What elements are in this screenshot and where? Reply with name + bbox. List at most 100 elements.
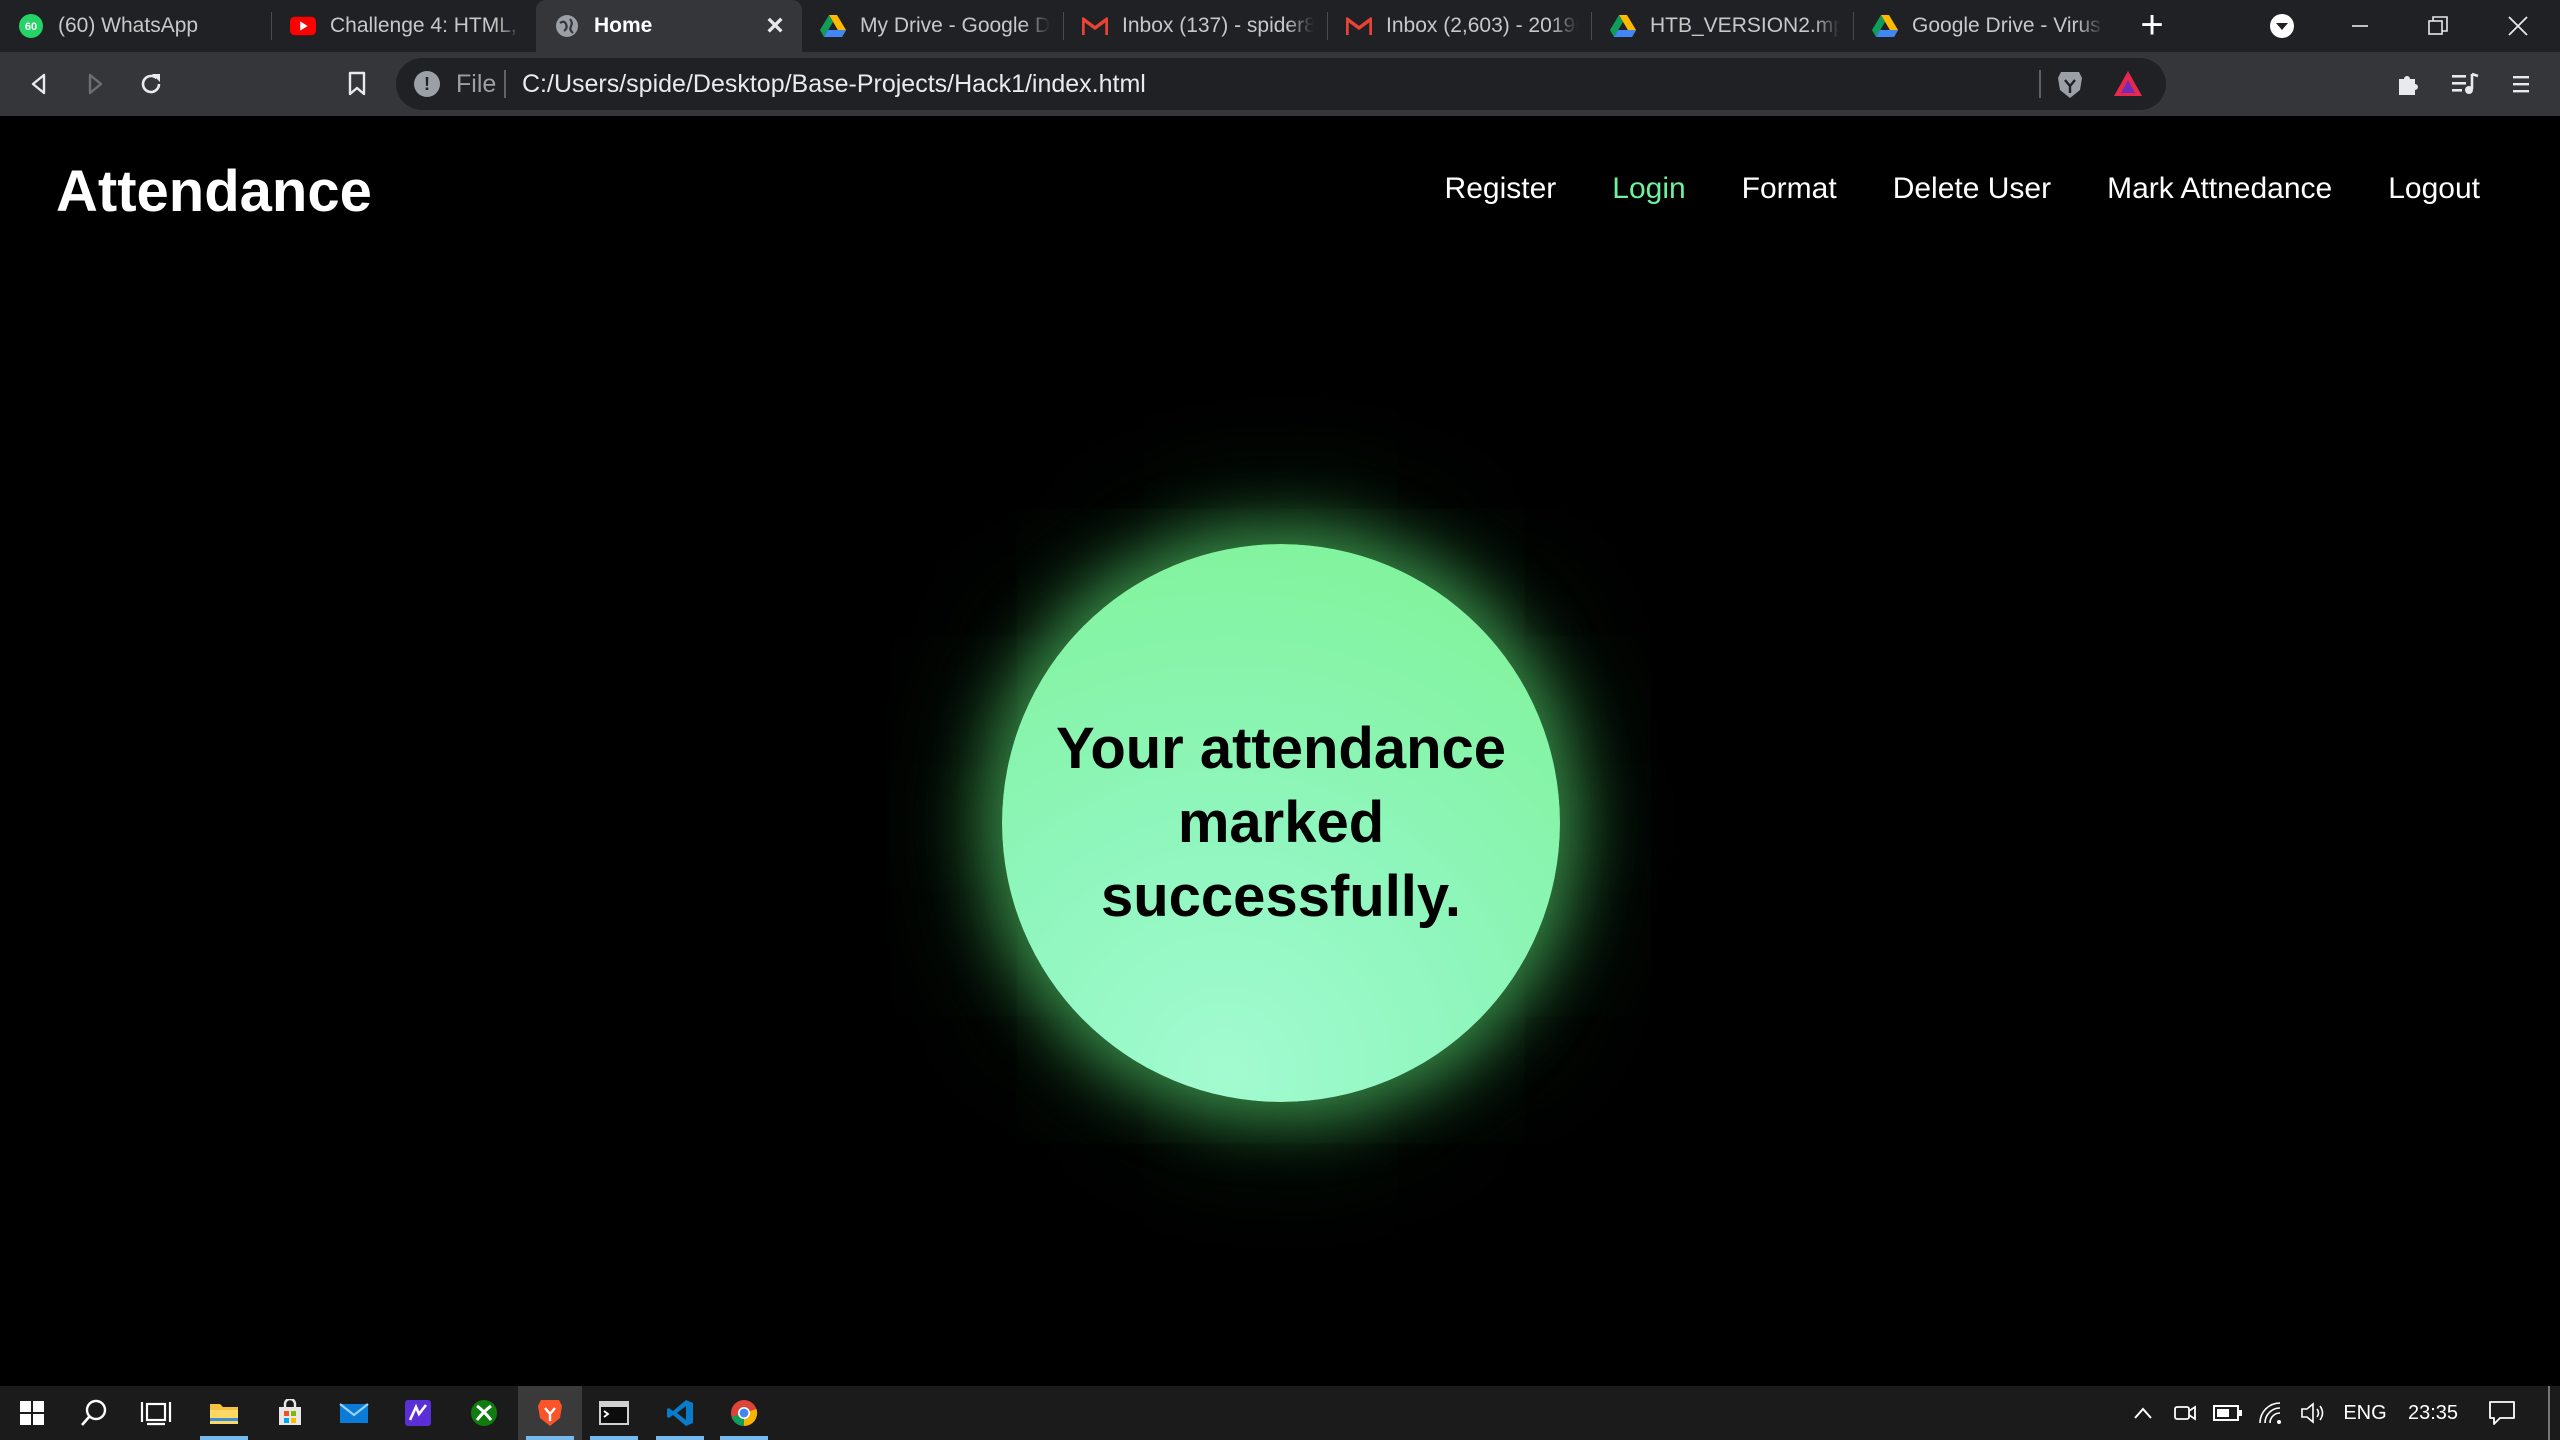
battery-icon [2213,1405,2242,1421]
volume-control[interactable] [2296,1386,2332,1440]
task-view-icon [140,1402,172,1426]
brave-shields-icon[interactable] [2056,70,2086,100]
back-button[interactable] [20,65,58,103]
tab-inbox-2603[interactable]: Inbox (2,603) - 2019u [1328,0,1592,52]
page-content: Attendance Register Login Format Delete … [0,116,2560,1386]
terminal-icon [599,1401,629,1425]
tab-youtube[interactable]: Challenge 4: HTML, CSS [272,0,536,52]
youtube-icon [290,13,316,39]
google-drive-icon [820,13,846,39]
close-icon [2508,16,2528,36]
clock[interactable]: 23:35 [2398,1386,2468,1440]
gmail-icon [1082,13,1108,39]
tab-drive-virus-scan[interactable]: Google Drive - Virus scan [1854,0,2118,52]
brave-rewards-icon[interactable] [2112,69,2144,99]
brave-browser-button[interactable] [518,1386,582,1440]
mail-button[interactable] [322,1386,386,1440]
tab-title: Inbox (137) - spider80 [1122,14,1314,37]
windows-logo-icon [20,1401,44,1425]
app-icon [405,1400,431,1426]
media-controls-button[interactable] [2446,65,2484,103]
notification-icon [2489,1401,2515,1425]
xbox-icon [471,1400,497,1426]
google-drive-icon [1610,13,1636,39]
search-icon [81,1399,107,1426]
network-status[interactable] [2254,1386,2290,1440]
browser-tab-strip: 60 (60) WhatsApp Challenge 4: HTML, CSS … [0,0,2560,52]
omnibox-divider [2039,70,2041,98]
tab-whatsapp[interactable]: 60 (60) WhatsApp [0,0,272,52]
tab-title: My Drive - Google Drive [860,14,1050,37]
globe-icon [554,13,580,39]
search-button[interactable] [62,1386,126,1440]
store-icon [279,1399,301,1425]
chrome-button[interactable] [712,1386,776,1440]
show-hidden-icons-button[interactable] [2128,1386,2158,1440]
nav-register[interactable]: Register [1445,172,1557,206]
restore-icon [2428,16,2448,35]
success-message: Your attendance marked successfully. [1055,716,1507,929]
chevron-up-icon [2134,1407,2152,1419]
reload-icon [141,74,161,94]
tab-title: Home [594,14,653,37]
nav-format[interactable]: Format [1742,172,1837,206]
menu-button[interactable] [2502,65,2540,103]
forward-icon [88,73,103,95]
reload-button[interactable] [132,65,170,103]
brave-icon [538,1400,562,1426]
address-bar[interactable]: ! File C:/Users/spide/Desktop/Base-Proje… [396,58,2166,110]
hamburger-menu-icon [2513,76,2529,93]
main-nav: Register Login Format Delete User Mark A… [1445,172,2480,206]
windows-taskbar: ENG 23:35 [0,1386,2560,1440]
speaker-icon [2301,1402,2324,1424]
url-divider [504,70,506,98]
minimize-icon [2352,25,2368,27]
app-button-blue[interactable] [386,1386,450,1440]
tab-htb-video[interactable]: HTB_VERSION2.mp4 [1592,0,1854,52]
vscode-icon [667,1400,693,1426]
tab-inbox-137[interactable]: Inbox (137) - spider80 [1064,0,1328,52]
site-info-icon[interactable]: ! [414,71,440,97]
nav-logout[interactable]: Logout [2388,172,2480,206]
bookmark-button[interactable] [338,65,376,103]
browser-toolbar: ! File C:/Users/spide/Desktop/Base-Proje… [0,52,2560,116]
close-tab-icon[interactable]: × [762,11,788,41]
minimize-button[interactable] [2324,0,2396,52]
url-text[interactable]: C:/Users/spide/Desktop/Base-Projects/Hac… [522,70,1146,99]
chevron-down-icon [2270,14,2294,38]
camera-icon [2174,1405,2196,1421]
xbox-button[interactable] [452,1386,516,1440]
tab-home[interactable]: Home × [536,0,802,52]
gmail-icon [1346,13,1372,39]
close-window-button[interactable] [2482,0,2554,52]
action-center-button[interactable] [2480,1386,2524,1440]
start-button[interactable] [0,1386,64,1440]
restore-button[interactable] [2402,0,2474,52]
tab-title: Challenge 4: HTML, CSS [330,14,522,37]
input-language[interactable]: ENG [2338,1386,2392,1440]
success-circle: Your attendance marked successfully. [1002,544,1560,1102]
vscode-button[interactable] [648,1386,712,1440]
new-tab-button[interactable]: + [2134,5,2170,45]
chrome-icon [731,1400,758,1427]
site-brand[interactable]: Attendance [56,158,372,225]
show-desktop-button[interactable] [2548,1386,2550,1440]
whatsapp-icon: 60 [18,13,44,39]
tab-title: (60) WhatsApp [58,14,199,37]
bookmark-icon [348,71,366,96]
task-view-button[interactable] [124,1386,188,1440]
tab-search-button[interactable] [2246,0,2318,52]
nav-mark-attendance[interactable]: Mark Attnedance [2107,172,2332,206]
meet-now-button[interactable] [2168,1386,2202,1440]
tab-my-drive[interactable]: My Drive - Google Drive [802,0,1064,52]
google-drive-icon [1872,13,1898,39]
extensions-button[interactable] [2390,65,2428,103]
battery-status[interactable] [2210,1386,2246,1440]
nav-login[interactable]: Login [1612,172,1685,206]
url-scheme: File [456,70,497,98]
terminal-button[interactable] [582,1386,646,1440]
file-explorer-button[interactable] [192,1386,256,1440]
store-button[interactable] [258,1386,322,1440]
forward-button[interactable] [76,65,114,103]
nav-delete-user[interactable]: Delete User [1893,172,2051,206]
